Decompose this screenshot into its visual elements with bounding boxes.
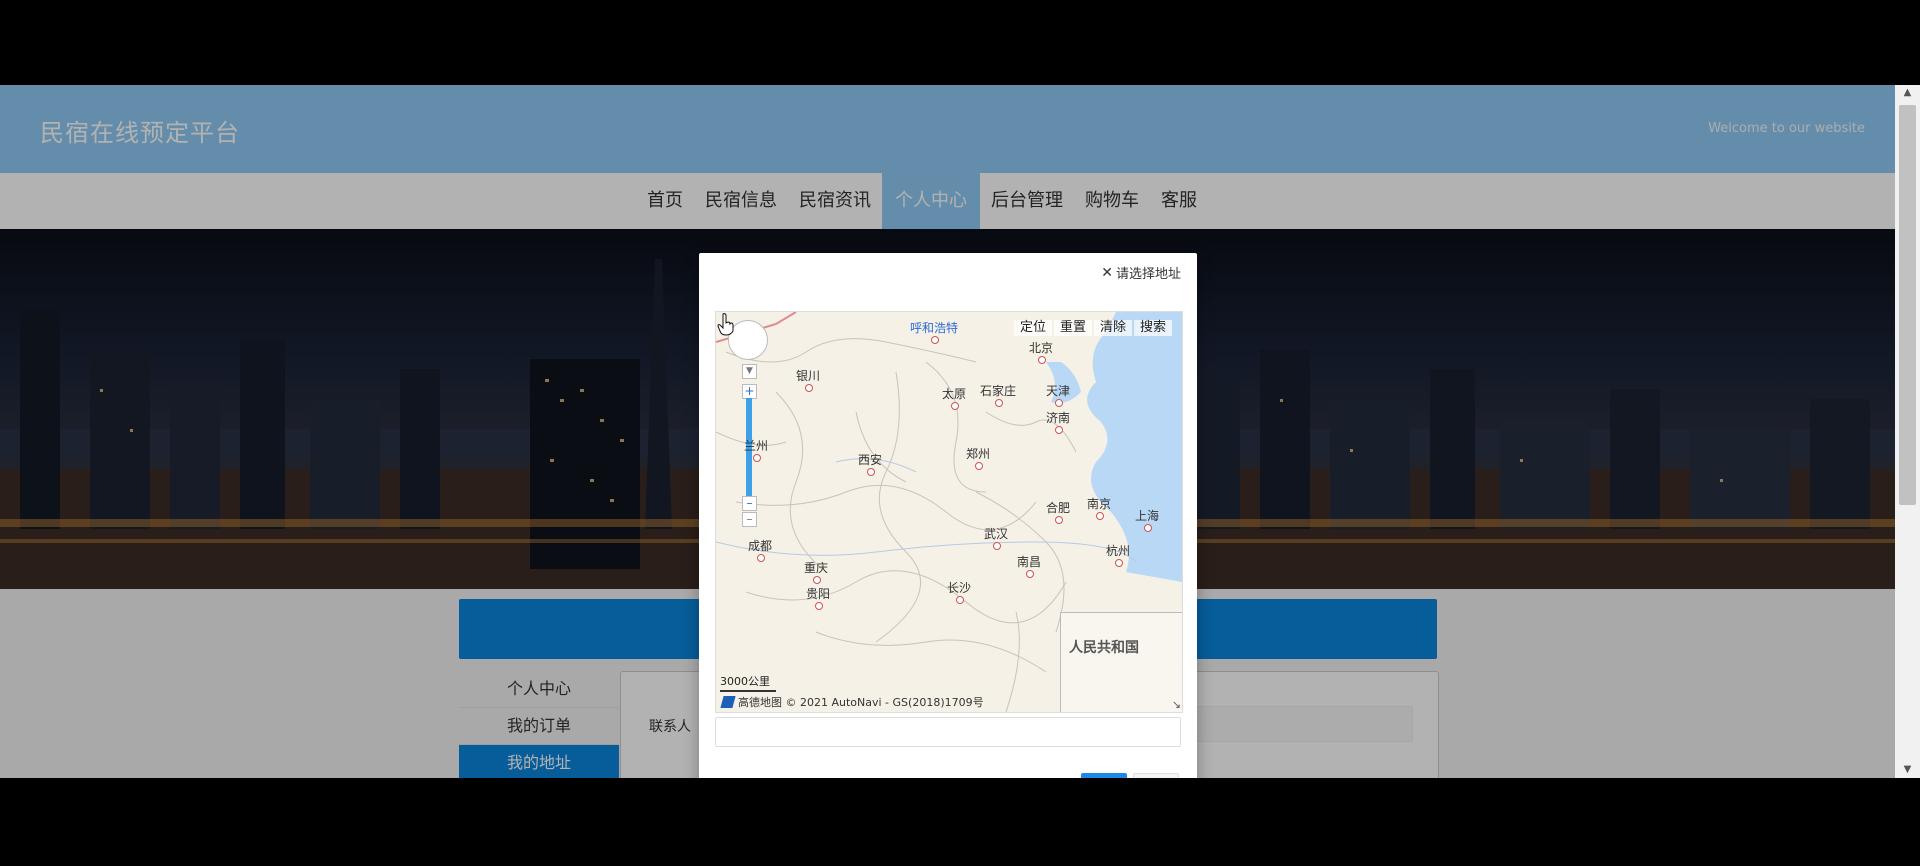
scroll-thumb[interactable] bbox=[1899, 105, 1916, 505]
city-marker bbox=[956, 596, 964, 604]
scroll-down-icon[interactable]: ▼ bbox=[1895, 762, 1920, 778]
hand-cursor-icon bbox=[717, 313, 734, 336]
city-label: 石家庄 bbox=[979, 384, 1017, 398]
city-marker bbox=[1038, 356, 1046, 364]
copyright-text: 高德地图 © 2021 AutoNavi - GS(2018)1709号 bbox=[738, 696, 984, 709]
map-clear-button[interactable]: 清除 bbox=[1093, 320, 1132, 336]
city-label: 合肥 bbox=[1045, 501, 1071, 515]
city-marker bbox=[1026, 570, 1034, 578]
city-label: 北京 bbox=[1028, 341, 1054, 355]
city-marker bbox=[995, 399, 1003, 407]
map-copyright: 高德地图 © 2021 AutoNavi - GS(2018)1709号 bbox=[720, 694, 984, 710]
city-label: 杭州 bbox=[1105, 544, 1131, 558]
page-scrollbar[interactable]: ▲ ▼ bbox=[1895, 85, 1920, 778]
city-marker bbox=[1055, 516, 1063, 524]
city-marker bbox=[993, 542, 1001, 550]
city-label: 济南 bbox=[1045, 411, 1071, 425]
scroll-up-icon[interactable]: ▲ bbox=[1895, 85, 1920, 101]
modal-close-button[interactable]: ✕ 请选择地址 bbox=[1101, 263, 1181, 283]
map-reset-button[interactable]: 重置 bbox=[1053, 320, 1092, 336]
amap-logo-icon bbox=[720, 696, 736, 708]
city-label: 长沙 bbox=[946, 581, 972, 595]
map-container[interactable]: ▼ + – – 定位 重置 清除 搜索 呼和浩特北京银川太原 石家庄 天津济南兰州西… bbox=[715, 311, 1183, 713]
city-label: 贵阳 bbox=[805, 587, 831, 601]
chevron-down-icon[interactable]: ▼ bbox=[742, 364, 757, 379]
city-marker bbox=[1144, 524, 1152, 532]
city-marker bbox=[753, 454, 761, 462]
zoom-slider-handle[interactable]: – bbox=[742, 496, 757, 511]
city-label: 太原 bbox=[941, 387, 967, 401]
city-marker bbox=[813, 576, 821, 584]
city-label: 天津 bbox=[1045, 384, 1071, 398]
city-marker bbox=[815, 602, 823, 610]
map-scale: 3000公里 bbox=[720, 673, 776, 692]
zoom-in-button[interactable]: + bbox=[742, 384, 757, 399]
city-label: 郑州 bbox=[965, 447, 991, 461]
city-label: 西安 bbox=[857, 453, 883, 467]
city-marker bbox=[931, 336, 939, 344]
city-marker bbox=[805, 384, 813, 392]
confirm-button[interactable] bbox=[1081, 773, 1127, 778]
map-inset[interactable]: 人民共和国 ↘ bbox=[1060, 612, 1182, 712]
city-label[interactable]: 呼和浩特 bbox=[910, 319, 958, 336]
browser-viewport: 民宿在线预定平台 Welcome to our website 首页 民宿信息 … bbox=[0, 85, 1920, 778]
inset-label: 人民共和国 bbox=[1069, 640, 1139, 656]
city-label: 南京 bbox=[1086, 497, 1112, 511]
inset-toggle-icon[interactable]: ↘ bbox=[1172, 698, 1181, 711]
city-marker bbox=[757, 554, 765, 562]
city-label: 上海 bbox=[1134, 509, 1160, 523]
city-marker bbox=[867, 468, 875, 476]
map-toolbar: 定位 重置 清除 搜索 bbox=[1013, 320, 1172, 336]
city-marker bbox=[1115, 559, 1123, 567]
city-label: 成都 bbox=[747, 539, 773, 553]
city-marker bbox=[1055, 399, 1063, 407]
city-label: 重庆 bbox=[803, 561, 829, 575]
cancel-button[interactable] bbox=[1133, 773, 1179, 778]
city-marker bbox=[1055, 426, 1063, 434]
city-marker bbox=[951, 402, 959, 410]
city-label: 南昌 bbox=[1016, 555, 1042, 569]
city-label: 银川 bbox=[795, 369, 821, 383]
map-search-button[interactable]: 搜索 bbox=[1133, 320, 1172, 336]
city-label: 兰州 bbox=[743, 439, 769, 453]
city-marker bbox=[1096, 512, 1104, 520]
close-icon: ✕ bbox=[1101, 264, 1113, 281]
zoom-out-button[interactable]: – bbox=[742, 512, 757, 527]
map-locate-button[interactable]: 定位 bbox=[1013, 320, 1052, 336]
city-label: 武汉 bbox=[983, 527, 1009, 541]
address-picker-modal: ✕ 请选择地址 ▼ + – – 定位 重置 清除 搜索 呼和浩特 北京 银川 太… bbox=[699, 253, 1197, 778]
city-marker bbox=[975, 462, 983, 470]
modal-title: 请选择地址 bbox=[1115, 267, 1181, 282]
address-input[interactable] bbox=[715, 717, 1181, 747]
